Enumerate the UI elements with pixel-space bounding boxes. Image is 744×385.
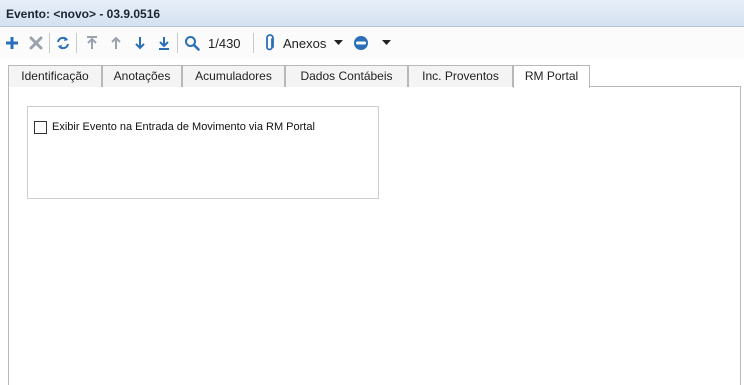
add-icon[interactable]	[3, 33, 21, 53]
paperclip-icon[interactable]	[262, 33, 278, 53]
previous-record-icon[interactable]	[107, 33, 125, 53]
window-titlebar: Evento: <novo> - 03.9.0516	[0, 0, 744, 27]
next-record-icon[interactable]	[131, 33, 149, 53]
toolbar-separator	[49, 33, 50, 53]
toolbar-separator	[177, 33, 178, 53]
last-record-icon[interactable]	[155, 33, 173, 53]
tab-dados-contabeis[interactable]: Dados Contábeis	[285, 65, 408, 87]
delete-icon[interactable]	[27, 33, 45, 53]
toolbar-separator	[253, 33, 254, 53]
tab-acumuladores[interactable]: Acumuladores	[182, 65, 285, 87]
toolbar: 1/430 Anexos	[0, 27, 744, 59]
search-icon[interactable]	[183, 33, 201, 53]
dropdown-arrow-icon[interactable]	[380, 33, 392, 53]
tab-anotacoes[interactable]: Anotações	[102, 65, 182, 87]
first-record-icon[interactable]	[83, 33, 101, 53]
rm-portal-group	[27, 106, 379, 199]
tab-rm-portal[interactable]: RM Portal	[513, 65, 590, 88]
window-title: Evento: <novo> - 03.9.0516	[6, 7, 161, 21]
tab-inc-proventos[interactable]: Inc. Proventos	[408, 65, 513, 87]
exibir-evento-label[interactable]: Exibir Evento na Entrada de Movimento vi…	[52, 121, 315, 133]
tab-identificacao[interactable]: Identificação	[8, 65, 102, 87]
record-counter: 1/430	[208, 36, 241, 51]
dropdown-arrow-icon[interactable]	[332, 33, 344, 53]
toolbar-separator	[76, 33, 77, 53]
toggle-icon[interactable]	[351, 33, 371, 53]
exibir-evento-checkbox[interactable]	[34, 121, 47, 134]
anexos-button[interactable]: Anexos	[283, 36, 326, 51]
refresh-icon[interactable]	[54, 33, 72, 53]
